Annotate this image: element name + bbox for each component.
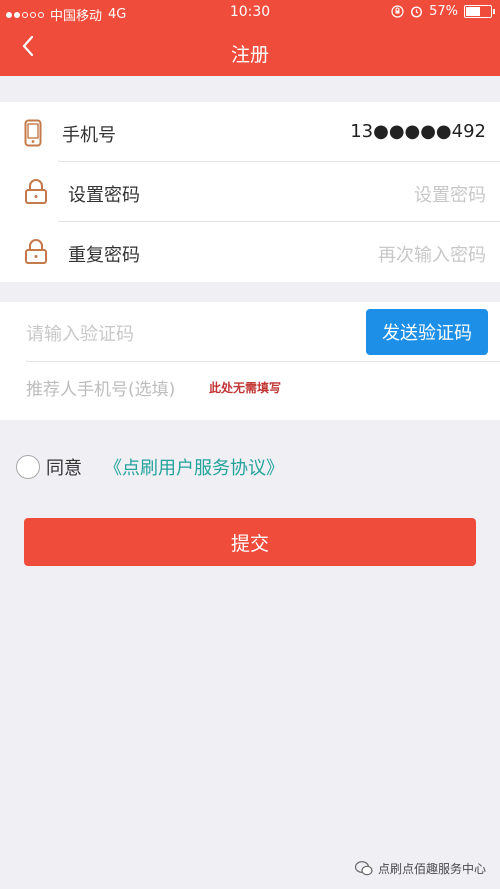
nav-bar: 注册 (0, 26, 500, 76)
referrer-row: 推荐人手机号(选填) 此处无需填写 (0, 362, 500, 420)
wechat-icon (354, 861, 373, 876)
repeat-password-field[interactable]: 再次输入密码 (378, 241, 486, 267)
account-form: 手机号 13●●●●●492 设置密码 设置密码 重复密码 再次输入密码 (0, 102, 500, 282)
lock-icon (25, 239, 47, 264)
battery-icon (464, 5, 495, 18)
lock-icon (25, 179, 47, 204)
verify-code-input[interactable]: 请输入验证码 (26, 320, 134, 346)
status-right: 57% (391, 4, 495, 19)
orientation-lock-icon (391, 5, 404, 18)
referrer-phone-input[interactable]: 推荐人手机号(选填) (26, 375, 175, 400)
repeat-password-row[interactable]: 重复密码 再次输入密码 (0, 222, 500, 282)
watermark-text: 点刷点佰趣服务中心 (377, 862, 486, 876)
verify-code-row: 请输入验证码 发送验证码 (0, 302, 500, 362)
battery-percent: 57% (429, 4, 458, 19)
agree-radio[interactable] (16, 455, 40, 479)
referrer-note: 此处无需填写 (209, 381, 282, 395)
service-agreement-link[interactable]: 《点刷用户服务协议》 (104, 454, 284, 480)
agreement-row: 同意 《点刷用户服务协议》 (16, 454, 284, 480)
alarm-icon (411, 6, 423, 18)
submit-button[interactable]: 提交 (24, 518, 476, 566)
phone-label: 手机号 (62, 125, 116, 146)
phone-field[interactable]: 13●●●●●492 (350, 121, 486, 142)
password-row[interactable]: 设置密码 设置密码 (0, 162, 500, 222)
password-label: 设置密码 (68, 185, 140, 206)
verify-form: 请输入验证码 发送验证码 推荐人手机号(选填) 此处无需填写 (0, 302, 500, 420)
repeat-password-label: 重复密码 (68, 245, 140, 266)
send-code-button[interactable]: 发送验证码 (366, 309, 488, 355)
phone-row[interactable]: 手机号 13●●●●●492 (0, 102, 500, 162)
watermark: 点刷点佰趣服务中心 (354, 860, 486, 877)
page-title: 注册 (230, 44, 269, 66)
phone-icon (24, 119, 42, 147)
agree-label: 同意 (46, 458, 82, 479)
password-field[interactable]: 设置密码 (414, 181, 486, 207)
status-bar: 中国移动 4G 10:30 57% (0, 0, 500, 26)
